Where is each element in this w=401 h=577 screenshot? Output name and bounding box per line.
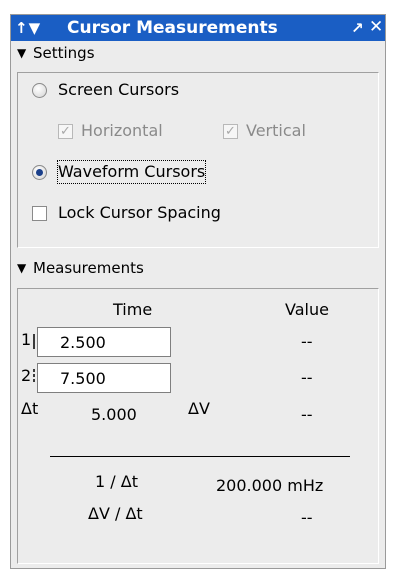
cursor-1-value: -- [301, 332, 313, 351]
lock-cursor-spacing-checkbox[interactable] [32, 206, 47, 221]
collapse-panel-icon[interactable]: ▼ [29, 19, 42, 37]
settings-collapse-triangle-icon[interactable]: ▼ [17, 41, 26, 66]
dashed-cursor-line-icon [33, 369, 35, 384]
cursor-2-time-input[interactable] [37, 363, 171, 393]
delta-t-value: 5.000 [91, 405, 137, 424]
settings-group: Screen Cursors ✓ Horizontal ✓ Vertical W… [17, 72, 379, 248]
cursor-1-label: 1 [21, 330, 32, 349]
screen-cursors-radio[interactable] [32, 83, 47, 98]
checkmark-icon: ✓ [225, 124, 236, 139]
delta-v-over-delta-t-value: -- [301, 508, 313, 527]
delta-v-over-delta-t-label: ΔV / Δt [88, 504, 143, 523]
settings-section-header[interactable]: ▼ Settings [11, 41, 385, 66]
toolbar-left-icons: ↑▼ [15, 18, 41, 38]
cursor-1-time-input[interactable] [37, 327, 171, 357]
waveform-cursors-radio[interactable] [32, 165, 47, 180]
vertical-label: Vertical [246, 121, 306, 140]
horizontal-label: Horizontal [81, 121, 163, 140]
inverse-delta-t-label: 1 / Δt [95, 472, 138, 491]
value-column-header: Value [285, 300, 329, 319]
cursor-2-label: 2 [21, 366, 32, 385]
pin-icon[interactable]: ↑ [15, 19, 29, 37]
horizontal-checkbox: ✓ [58, 124, 73, 139]
title-bar: ↑▼ Cursor Measurements ↗ ✕ [11, 15, 385, 41]
settings-header-label: Settings [33, 44, 95, 62]
checkmark-icon: ✓ [60, 124, 71, 139]
panel-title: Cursor Measurements [67, 18, 278, 38]
vertical-checkbox: ✓ [223, 124, 238, 139]
solid-cursor-line-icon [33, 334, 35, 349]
measurements-header-label: Measurements [33, 259, 144, 277]
time-column-header: Time [113, 300, 153, 319]
cursor-2-value: -- [301, 368, 313, 387]
delta-v-value: -- [301, 405, 313, 424]
measurements-section-header[interactable]: ▼ Measurements [11, 256, 385, 281]
close-icon[interactable]: ✕ [369, 16, 383, 38]
waveform-cursors-label: Waveform Cursors [56, 160, 207, 184]
delta-t-label: Δt [21, 399, 39, 418]
measurements-collapse-triangle-icon[interactable]: ▼ [17, 256, 26, 281]
undock-icon[interactable]: ↗ [351, 17, 364, 39]
delta-v-label: ΔV [188, 399, 210, 418]
measurements-divider [50, 456, 350, 457]
lock-cursor-spacing-label: Lock Cursor Spacing [58, 203, 221, 222]
inverse-delta-t-value: 200.000 mHz [216, 476, 324, 495]
measurements-group: Time Value 1 -- 2 -- Δt 5.000 ΔV -- 1 / … [17, 288, 379, 564]
screen-cursors-label: Screen Cursors [58, 80, 180, 99]
cursor-measurements-panel: ↑▼ Cursor Measurements ↗ ✕ ▼ Settings Sc… [10, 14, 386, 569]
